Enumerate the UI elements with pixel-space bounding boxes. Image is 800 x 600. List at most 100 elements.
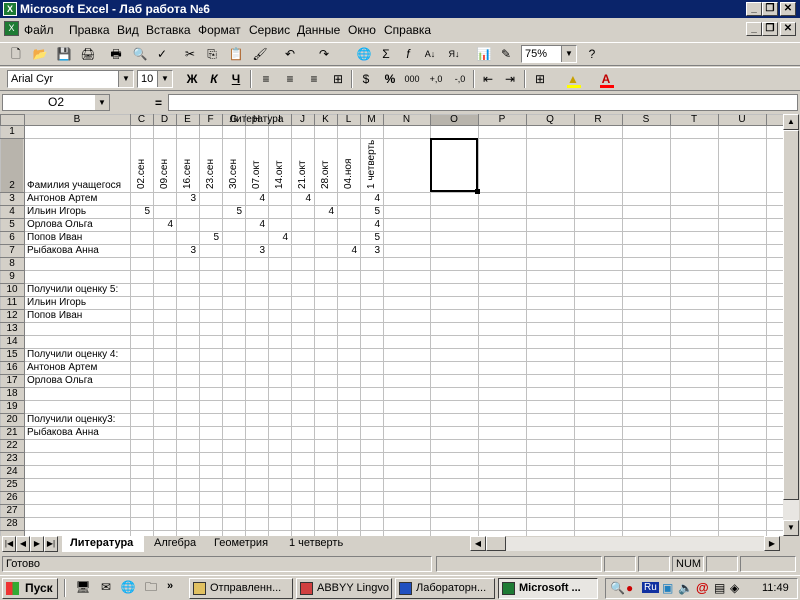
chevron-down-icon[interactable]: ▼ xyxy=(95,95,109,110)
doc-close-button[interactable]: ✕ xyxy=(780,22,796,36)
row-header-7[interactable]: 7 xyxy=(0,245,24,256)
merge-center-icon[interactable]: ⊞ xyxy=(328,70,348,88)
row-header-17[interactable]: 17 xyxy=(0,375,24,386)
name-box[interactable]: O2 ▼ xyxy=(2,94,110,111)
doc-restore-button[interactable]: ❐ xyxy=(762,22,778,36)
tab-literatura[interactable]: Литература xyxy=(62,536,144,552)
row-header-3[interactable]: 3 xyxy=(0,193,24,204)
spelling-icon[interactable]: ✓ xyxy=(152,45,172,63)
search-icon[interactable]: 🔍 xyxy=(610,581,625,595)
align-center-icon[interactable]: ≡ xyxy=(280,70,300,88)
chevron-down-icon[interactable]: ▼ xyxy=(157,71,172,87)
sort-asc-icon[interactable]: А↓ xyxy=(420,45,440,63)
column-header-o[interactable]: O xyxy=(430,114,478,125)
open-icon[interactable]: 📂 xyxy=(30,45,50,63)
tray-app-icon[interactable]: ◈ xyxy=(730,581,739,595)
tray-app-icon[interactable]: ▤ xyxy=(714,581,725,595)
row-header-11[interactable]: 11 xyxy=(0,297,24,308)
row-header-20[interactable]: 20 xyxy=(0,414,24,425)
currency-icon[interactable]: $ xyxy=(356,70,376,88)
scroll-down-icon[interactable]: ▼ xyxy=(783,520,799,536)
print-preview-icon[interactable]: 🔍 xyxy=(130,45,150,63)
network-icon[interactable]: ▣ xyxy=(662,581,673,595)
borders-icon[interactable]: ⊞ xyxy=(530,70,550,88)
row-header-1[interactable]: 1 xyxy=(0,126,24,137)
title-bar[interactable]: X Microsoft Excel - Лаб работа №6 _ ❐ ✕ xyxy=(0,0,800,18)
outlook-icon[interactable]: ✉ xyxy=(96,578,116,596)
row-header-9[interactable]: 9 xyxy=(0,271,24,282)
scroll-right-icon[interactable]: ▶ xyxy=(764,536,780,551)
permission-icon[interactable]: 🖨 xyxy=(78,45,98,63)
percent-button[interactable]: % xyxy=(380,70,400,88)
scroll-up-icon[interactable]: ▲ xyxy=(783,114,799,130)
menu-insert[interactable]: Вставка xyxy=(146,23,191,37)
decrease-indent-icon[interactable]: ⇤ xyxy=(478,70,498,88)
first-sheet-icon[interactable]: |◀ xyxy=(2,536,16,552)
italic-button[interactable]: К xyxy=(204,70,224,88)
thousands-button[interactable]: 000 xyxy=(402,70,422,88)
close-button[interactable]: ✕ xyxy=(780,2,796,16)
menu-file[interactable]: Файл xyxy=(24,23,54,37)
volume-icon[interactable]: 🔈 xyxy=(678,581,693,595)
restore-button[interactable]: ❐ xyxy=(762,2,778,16)
save-icon[interactable]: 💾 xyxy=(54,45,74,63)
decrease-decimal-button[interactable]: -,0 xyxy=(450,70,470,88)
autosum-icon[interactable]: Σ xyxy=(376,45,396,63)
drawing-icon[interactable]: ✎ xyxy=(496,45,516,63)
chart-icon[interactable]: 📊 xyxy=(474,45,494,63)
font-combo[interactable]: Arial Cyr ▼ xyxy=(7,70,134,88)
workbook-icon[interactable]: X xyxy=(4,21,19,36)
task-otpravlennye[interactable]: Отправленн... xyxy=(189,578,293,599)
column-header-r[interactable]: R xyxy=(574,114,622,125)
row-header-13[interactable]: 13 xyxy=(0,323,24,334)
row-header-23[interactable]: 23 xyxy=(0,453,24,464)
cut-icon[interactable]: ✂ xyxy=(180,45,200,63)
row-header-2[interactable]: 2 xyxy=(0,180,24,191)
row-header-14[interactable]: 14 xyxy=(0,336,24,347)
minimize-button[interactable]: _ xyxy=(746,2,762,16)
menu-help[interactable]: Справка xyxy=(384,23,431,37)
doc-minimize-button[interactable]: _ xyxy=(746,22,762,36)
excel-icon[interactable]: X xyxy=(3,2,17,16)
start-button[interactable]: Пуск xyxy=(2,578,58,599)
h-scroll-thumb[interactable] xyxy=(486,536,506,551)
row-header-27[interactable]: 27 xyxy=(0,505,24,516)
formula-input[interactable] xyxy=(168,94,798,111)
quick-launch-more[interactable]: » xyxy=(167,580,173,592)
format-painter-icon[interactable]: 🖌 xyxy=(250,45,270,63)
row-header-15[interactable]: 15 xyxy=(0,349,24,360)
mail-notify-icon[interactable]: @ xyxy=(696,580,709,595)
column-header-b[interactable]: B xyxy=(24,114,130,125)
desktop-icon[interactable]: 🖥 xyxy=(73,578,93,596)
tab-algebra[interactable]: Алгебра xyxy=(154,536,196,552)
function-icon[interactable]: f xyxy=(398,45,418,63)
row-header-25[interactable]: 25 xyxy=(0,479,24,490)
explorer-icon[interactable]: 🌐 xyxy=(118,578,138,596)
print-icon[interactable]: 🖶 xyxy=(106,45,126,63)
row-header-12[interactable]: 12 xyxy=(0,310,24,321)
column-header-s[interactable]: S xyxy=(622,114,670,125)
row-header-21[interactable]: 21 xyxy=(0,427,24,438)
language-indicator[interactable]: Ru xyxy=(642,582,659,593)
hyperlink-icon[interactable]: 🌐 xyxy=(354,45,374,63)
folder-icon[interactable]: 🗀 xyxy=(141,578,161,596)
row-header-16[interactable]: 16 xyxy=(0,362,24,373)
tab-1-chetvert[interactable]: 1 четверть xyxy=(289,536,343,552)
tab-geometria[interactable]: Геометрия xyxy=(214,536,268,552)
horizontal-scrollbar[interactable]: ◀ ▶ xyxy=(470,536,780,551)
bold-button[interactable]: Ж xyxy=(182,70,202,88)
column-header-p[interactable]: P xyxy=(478,114,526,125)
menu-view[interactable]: Вид xyxy=(117,23,139,37)
row-header-28[interactable]: 28 xyxy=(0,518,24,529)
menu-tools[interactable]: Сервис xyxy=(249,23,290,37)
menu-window[interactable]: Окно xyxy=(348,23,376,37)
task-laboratornaya[interactable]: Лабораторн... xyxy=(395,578,495,599)
redo-icon[interactable]: ↷ xyxy=(314,45,334,63)
chevron-down-icon[interactable]: ▼ xyxy=(118,71,133,87)
row-header-5[interactable]: 5 xyxy=(0,219,24,230)
font-size-combo[interactable]: 10 ▼ xyxy=(137,70,173,88)
align-left-icon[interactable]: ≡ xyxy=(256,70,276,88)
chevron-down-icon[interactable]: ▼ xyxy=(561,46,576,62)
column-header-t[interactable]: T xyxy=(670,114,718,125)
row-header-19[interactable]: 19 xyxy=(0,401,24,412)
